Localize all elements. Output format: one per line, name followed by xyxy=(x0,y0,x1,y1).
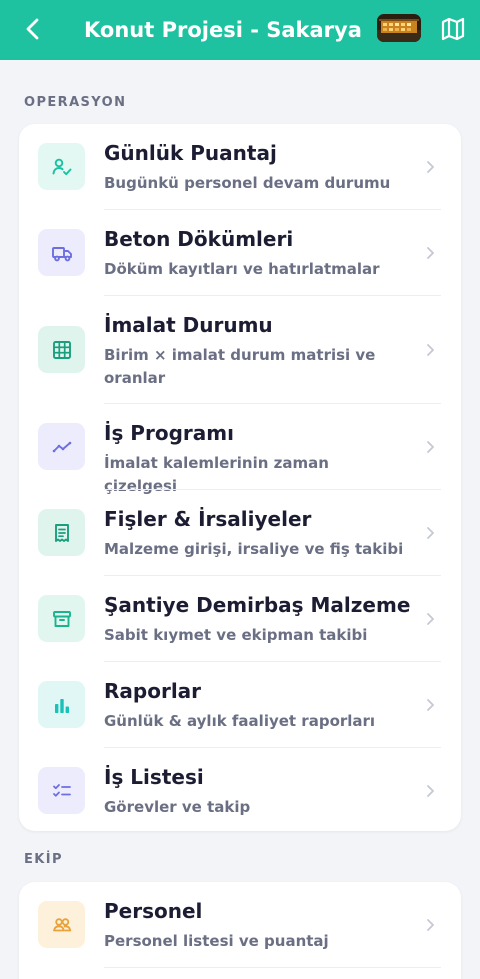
menu-item-imalat-durumu[interactable]: İmalat Durumu Birim × imalat durum matri… xyxy=(19,296,461,404)
chevron-right-icon xyxy=(427,699,434,711)
menu-item-is-programi[interactable]: İş Programı İmalat kalemlerinin zaman çi… xyxy=(19,404,461,495)
user-check-icon xyxy=(38,143,85,190)
chevron-right-icon xyxy=(427,613,434,625)
map-icon[interactable] xyxy=(438,14,468,44)
menu-item-title: Beton Dökümleri xyxy=(104,227,294,251)
trend-line-icon xyxy=(38,423,85,470)
menu-item-subtitle: Malzeme girişi, irsaliye ve fiş takibi xyxy=(104,540,404,558)
menu-item-subtitle: Döküm kayıtları ve hatırlatmalar xyxy=(104,260,380,278)
menu-item-is-listesi[interactable]: İş Listesi Görevler ve takip xyxy=(19,748,461,831)
menu-item-santiye-demirbas[interactable]: Şantiye Demirbaş Malzeme Sabit kıymet ve… xyxy=(19,576,461,662)
users-icon xyxy=(38,901,85,948)
menu-item-subtitle: Personel listesi ve puantaj xyxy=(104,932,329,950)
menu-item-subtitle: Bugünkü personel devam durumu xyxy=(104,174,391,192)
chevron-right-icon xyxy=(427,344,434,356)
bar-chart-icon xyxy=(38,681,85,728)
divider xyxy=(104,967,441,968)
team-menu-card: Personel Personel listesi ve puantaj xyxy=(19,882,461,979)
menu-item-title: Raporlar xyxy=(104,679,202,703)
section-label-ekip: EKİP xyxy=(24,852,63,867)
menu-item-fisler-irsaliyeler[interactable]: Fişler & İrsaliyeler Malzeme girişi, irs… xyxy=(19,490,461,576)
menu-item-subtitle: Günlük & aylık faaliyet raporları xyxy=(104,712,376,730)
chevron-right-icon xyxy=(427,161,434,173)
section-label-operasyon: OPERASYON xyxy=(24,95,127,110)
chevron-right-icon xyxy=(427,785,434,797)
chevron-right-icon xyxy=(427,247,434,259)
page-title: Konut Projesi - Sakarya xyxy=(84,18,362,42)
app-header: Konut Projesi - Sakarya xyxy=(0,0,480,60)
chevron-right-icon xyxy=(427,919,434,931)
chevron-left-icon[interactable] xyxy=(16,12,50,46)
truck-icon xyxy=(38,229,85,276)
receipt-icon xyxy=(38,509,85,556)
chevron-right-icon xyxy=(427,527,434,539)
menu-item-raporlar[interactable]: Raporlar Günlük & aylık faaliyet raporla… xyxy=(19,662,461,748)
menu-item-title: İş Listesi xyxy=(104,765,204,789)
chevron-right-icon xyxy=(427,441,434,453)
grid-icon xyxy=(38,326,85,373)
operations-menu-card: Günlük Puantaj Bugünkü personel devam du… xyxy=(19,124,461,831)
checklist-icon xyxy=(38,767,85,814)
menu-item-beton-dokumleri[interactable]: Beton Dökümleri Döküm kayıtları ve hatır… xyxy=(19,210,461,296)
menu-item-title: Şantiye Demirbaş Malzeme xyxy=(104,593,411,617)
menu-item-title: İş Programı xyxy=(104,421,234,445)
archive-box-icon xyxy=(38,595,85,642)
menu-item-title: İmalat Durumu xyxy=(104,313,273,337)
menu-item-gunluk-puantaj[interactable]: Günlük Puantaj Bugünkü personel devam du… xyxy=(19,124,461,210)
menu-item-subtitle: Görevler ve takip xyxy=(104,798,251,816)
menu-item-title: Günlük Puantaj xyxy=(104,141,277,165)
menu-item-title: Fişler & İrsaliyeler xyxy=(104,507,312,531)
menu-item-subtitle: Sabit kıymet ve ekipman takibi xyxy=(104,626,368,644)
menu-item-personel[interactable]: Personel Personel listesi ve puantaj xyxy=(19,882,461,968)
project-thumbnail[interactable] xyxy=(377,14,421,42)
menu-item-title: Personel xyxy=(104,899,203,923)
menu-item-subtitle: Birim × imalat durum matrisi ve oranlar xyxy=(104,346,376,387)
